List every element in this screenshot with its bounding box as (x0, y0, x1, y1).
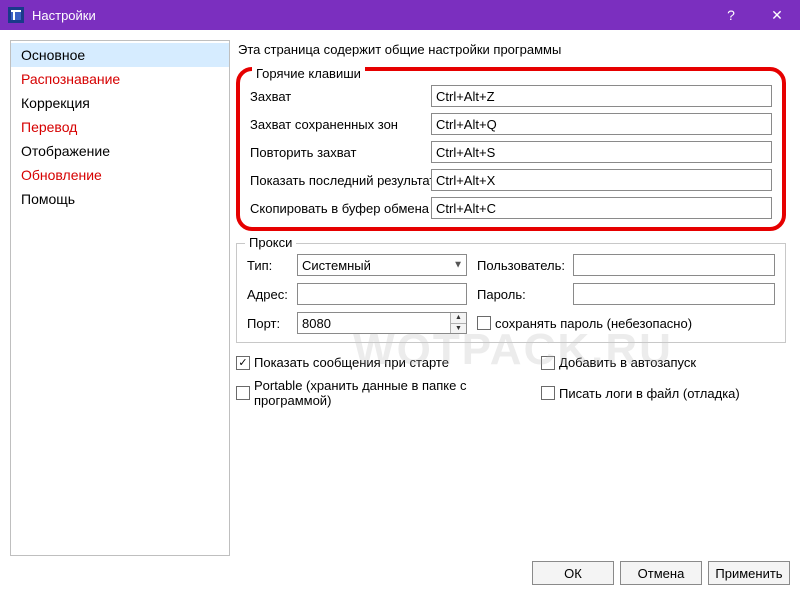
port-stepper[interactable]: ▲▼ (450, 313, 466, 333)
proxy-pass-input[interactable] (573, 283, 775, 305)
cancel-button[interactable]: Отмена (620, 561, 702, 585)
titlebar: Настройки ? ✕ (0, 0, 800, 30)
autostart-checkbox[interactable] (541, 356, 555, 370)
footer: ОК Отмена Применить (0, 556, 800, 598)
hotkey-label-capture-saved: Захват сохраненных зон (250, 117, 425, 132)
apply-button[interactable]: Применить (708, 561, 790, 585)
caret-down-icon: ▼ (451, 324, 466, 334)
hotkey-row-capture-saved: Захват сохраненных зон (250, 113, 772, 135)
sidebar-item-label: Помощь (21, 191, 75, 207)
ok-button[interactable]: ОК (532, 561, 614, 585)
sidebar-item-correction[interactable]: Коррекция (11, 91, 229, 115)
hotkey-input-copy-clipboard[interactable] (431, 197, 772, 219)
hotkey-row-show-last: Показать последний результат (250, 169, 772, 191)
autostart-label: Добавить в автозапуск (559, 355, 696, 370)
proxy-addr-label: Адрес: (247, 287, 291, 302)
sidebar-item-label: Перевод (21, 119, 77, 135)
hotkey-label-capture: Захват (250, 89, 425, 104)
hotkey-input-capture[interactable] (431, 85, 772, 107)
save-pass-label: сохранять пароль (небезопасно) (495, 316, 692, 331)
proxy-pass-label: Пароль: (477, 287, 567, 302)
proxy-user-label: Пользователь: (477, 258, 567, 273)
debug-logs-label: Писать логи в файл (отладка) (559, 386, 740, 401)
app-icon (8, 7, 24, 23)
portable-label: Portable (хранить данные в папке с прогр… (254, 378, 541, 408)
sidebar-item-label: Обновление (21, 167, 102, 183)
hotkey-input-repeat[interactable] (431, 141, 772, 163)
sidebar-item-label: Отображение (21, 143, 110, 159)
proxy-port-label: Порт: (247, 316, 291, 331)
hotkey-row-capture: Захват (250, 85, 772, 107)
sidebar-item-help[interactable]: Помощь (11, 187, 229, 211)
sidebar-item-label: Распознавание (21, 71, 120, 87)
proxy-type-value: Системный (302, 258, 371, 273)
window-body: Основное Распознавание Коррекция Перевод… (0, 30, 800, 556)
sidebar-item-label: Коррекция (21, 95, 90, 111)
hotkey-row-repeat: Повторить захват (250, 141, 772, 163)
hotkey-input-capture-saved[interactable] (431, 113, 772, 135)
save-pass-checkbox[interactable] (477, 316, 491, 330)
hotkey-label-show-last: Показать последний результат (250, 173, 425, 188)
proxy-type-select[interactable]: Системный (297, 254, 467, 276)
main-panel: WOTPACK.RU Эта страница содержит общие н… (236, 40, 790, 556)
settings-window: Настройки ? ✕ Основное Распознавание Кор… (0, 0, 800, 598)
hotkey-label-copy-clipboard: Скопировать в буфер обмена (250, 201, 425, 216)
hotkeys-legend: Горячие клавиши (252, 66, 365, 81)
help-icon: ? (727, 7, 735, 23)
proxy-user-input[interactable] (573, 254, 775, 276)
caret-up-icon: ▲ (451, 313, 466, 324)
sidebar-item-recognition[interactable]: Распознавание (11, 67, 229, 91)
hotkey-label-repeat: Повторить захват (250, 145, 425, 160)
page-description: Эта страница содержит общие настройки пр… (236, 40, 786, 63)
help-button[interactable]: ? (708, 0, 754, 30)
hotkey-input-show-last[interactable] (431, 169, 772, 191)
proxy-port-input[interactable] (297, 312, 467, 334)
close-icon: ✕ (771, 7, 783, 24)
sidebar-item-translation[interactable]: Перевод (11, 115, 229, 139)
window-title: Настройки (32, 8, 708, 23)
proxy-legend: Прокси (245, 235, 296, 250)
sidebar-item-label: Основное (21, 47, 85, 63)
show-startup-checkbox[interactable]: ✓ (236, 356, 250, 370)
proxy-type-label: Тип: (247, 258, 291, 273)
proxy-addr-input[interactable] (297, 283, 467, 305)
proxy-group: Прокси Тип: Системный ▼ Пользователь: Ад… (236, 243, 786, 343)
sidebar-item-display[interactable]: Отображение (11, 139, 229, 163)
hotkeys-group: Горячие клавиши Захват Захват сохраненны… (236, 67, 786, 231)
sidebar-item-general[interactable]: Основное (11, 43, 229, 67)
options-grid: ✓ Показать сообщения при старте Добавить… (236, 355, 786, 416)
portable-checkbox[interactable] (236, 386, 250, 400)
debug-logs-checkbox[interactable] (541, 386, 555, 400)
close-button[interactable]: ✕ (754, 0, 800, 30)
show-startup-label: Показать сообщения при старте (254, 355, 449, 370)
sidebar: Основное Распознавание Коррекция Перевод… (10, 40, 230, 556)
sidebar-item-update[interactable]: Обновление (11, 163, 229, 187)
hotkey-row-copy-clipboard: Скопировать в буфер обмена (250, 197, 772, 219)
